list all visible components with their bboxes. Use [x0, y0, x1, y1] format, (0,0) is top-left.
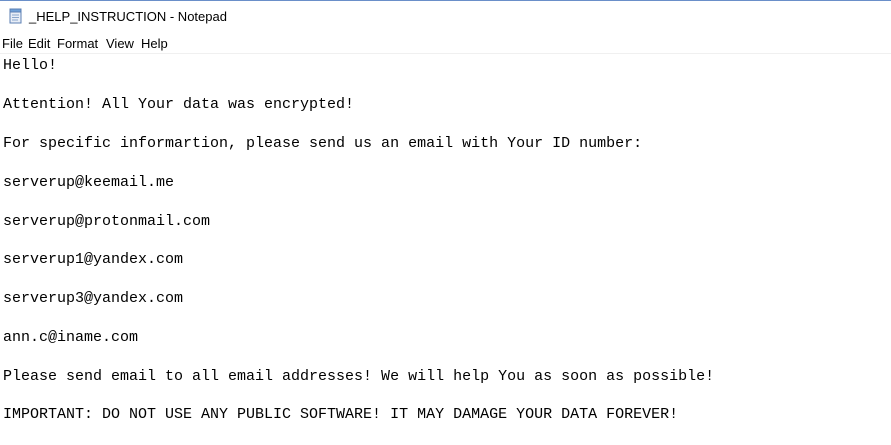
notepad-window: _HELP_INSTRUCTION - Notepad File Edit Fo…: [0, 0, 891, 445]
text-line: serverup@protonmail.com: [3, 213, 211, 230]
menu-bar: File Edit Format View Help: [0, 31, 891, 54]
menu-file[interactable]: File: [2, 36, 23, 51]
text-line: serverup3@yandex.com: [3, 290, 184, 307]
text-line: serverup1@yandex.com: [3, 251, 184, 268]
text-editor-area[interactable]: Hello! Attention! All Your data was encr…: [0, 54, 891, 445]
text-line: IMPORTANT: DO NOT USE ANY PUBLIC SOFTWAR…: [3, 406, 679, 423]
menu-help[interactable]: Help: [141, 36, 168, 51]
text-line: For specific informartion, please send u…: [3, 135, 643, 152]
notepad-icon: [8, 8, 24, 24]
text-line: Please send email to all email addresses…: [3, 368, 715, 385]
text-line: Attention! All Your data was encrypted!: [3, 96, 355, 113]
menu-view[interactable]: View: [106, 36, 134, 51]
text-line: Hello!: [3, 57, 58, 74]
menu-format[interactable]: Format: [57, 36, 98, 51]
window-title: _HELP_INSTRUCTION - Notepad: [29, 9, 227, 24]
text-line: serverup@keemail.me: [3, 174, 175, 191]
menu-edit[interactable]: Edit: [28, 36, 50, 51]
text-line: ann.c@iname.com: [3, 329, 139, 346]
title-bar[interactable]: _HELP_INSTRUCTION - Notepad: [0, 0, 891, 31]
